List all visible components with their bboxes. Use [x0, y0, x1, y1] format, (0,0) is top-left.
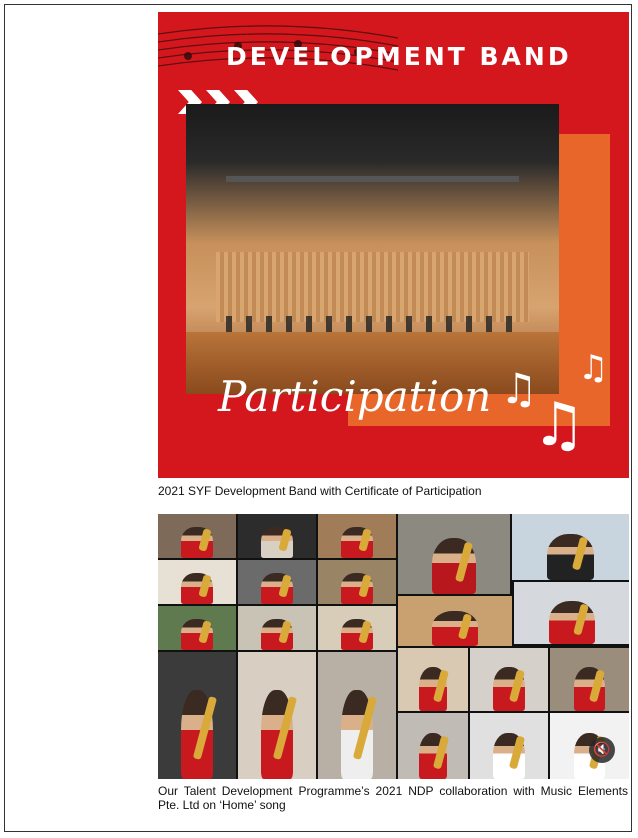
musician-video-tile — [238, 514, 316, 558]
collage-caption: Our Talent Development Programme’s 2021 … — [158, 784, 628, 812]
musician-video-tile — [512, 514, 629, 580]
musician-video-tile — [318, 652, 396, 779]
speaker-mute-icon[interactable]: 🔇 — [589, 737, 615, 763]
wooden-stage-wall — [216, 252, 529, 322]
musician-video-tile — [470, 713, 548, 779]
musician-video-tile — [470, 648, 548, 711]
musician-video-tile — [514, 582, 629, 644]
musician-video-tile — [398, 648, 468, 711]
poster-caption: 2021 SYF Development Band with Certifica… — [158, 484, 482, 498]
concert-hall-photo — [186, 104, 559, 394]
musician-video-tile — [238, 652, 316, 779]
participation-script-text: Participation — [218, 372, 492, 421]
musician-video-tile — [238, 606, 316, 650]
musician-video-tile — [550, 648, 629, 711]
musician-video-tile — [398, 596, 512, 646]
musician-video-tile — [158, 560, 236, 604]
development-band-poster: DEVELOPMENT BAND Participation ♫ ♫ ♫ — [158, 12, 629, 478]
musician-video-tile — [158, 514, 236, 558]
musician-video-tile — [158, 652, 236, 779]
musician-video-tile — [158, 606, 236, 650]
musician-video-tile — [398, 713, 468, 779]
lighting-truss — [226, 176, 519, 182]
musician-video-tile — [318, 560, 396, 604]
music-note-icon: ♫ — [532, 390, 586, 460]
music-note-icon: ♫ — [578, 348, 609, 388]
musician-video-tile — [318, 606, 396, 650]
musician-video-tile — [398, 514, 510, 594]
musician-video-tile — [238, 560, 316, 604]
poster-title: DEVELOPMENT BAND — [226, 42, 572, 71]
video-collage[interactable]: 🔇 — [158, 514, 629, 779]
musician-video-tile — [318, 514, 396, 558]
